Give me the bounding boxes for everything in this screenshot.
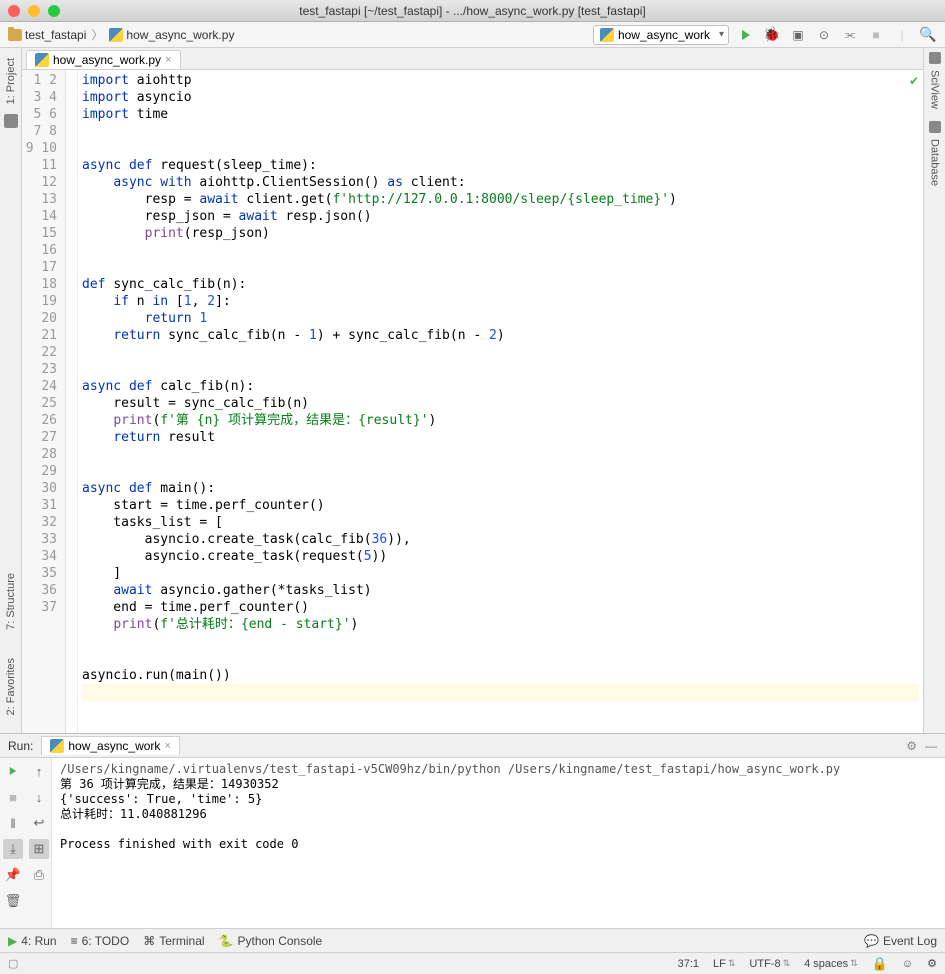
structure-tool-tab[interactable]: 7: Structure bbox=[3, 567, 19, 636]
fold-column[interactable] bbox=[66, 70, 78, 733]
editor-tab-label: how_async_work.py bbox=[53, 53, 161, 67]
inspector-icon[interactable]: ☺ bbox=[902, 958, 913, 970]
breadcrumb: test_fastapi 〉 how_async_work.py bbox=[8, 26, 234, 43]
python-console-tool-tab[interactable]: 🐍 Python Console bbox=[219, 934, 323, 948]
python-file-icon bbox=[109, 28, 123, 42]
play-icon bbox=[742, 30, 750, 40]
database-tool-tab[interactable]: Database bbox=[927, 133, 943, 192]
vertical-divider: | bbox=[893, 26, 911, 44]
status-bar: ▢ 37:1 LF UTF-8 4 spaces 🔒 ☺ ⚙ bbox=[0, 952, 945, 974]
print-button[interactable]: ⎙ bbox=[29, 865, 49, 885]
favorites-tool-tab[interactable]: 2: Favorites bbox=[3, 652, 19, 721]
run-toolbar: ↑ ■ ↓ ‖ ↩ ⤓ ⊞ 📌 ⎙ 🗑 bbox=[0, 758, 52, 928]
rerun-button[interactable] bbox=[3, 761, 23, 781]
window-icon[interactable]: ▢ bbox=[8, 957, 18, 970]
code-editor[interactable]: import aiohttp import asyncio import tim… bbox=[78, 70, 923, 733]
window-title: test_fastapi [~/test_fastapi] - .../how_… bbox=[0, 4, 945, 18]
play-icon bbox=[10, 767, 16, 775]
speech-bubble-icon: 💬 bbox=[864, 934, 879, 948]
titlebar: test_fastapi [~/test_fastapi] - .../how_… bbox=[0, 0, 945, 22]
pin-button[interactable]: 📌 bbox=[3, 865, 23, 885]
editor-tab[interactable]: how_async_work.py × bbox=[26, 50, 181, 69]
scroll-to-end-button[interactable]: ⤓ bbox=[3, 839, 23, 859]
sciview-tool-tab[interactable]: SciView bbox=[927, 64, 943, 115]
main-area: 1: Project 7: Structure 2: Favorites how… bbox=[0, 48, 945, 733]
soft-wrap-button[interactable]: ↩ bbox=[29, 813, 49, 833]
minimize-window-button[interactable] bbox=[28, 5, 40, 17]
zoom-window-button[interactable] bbox=[48, 5, 60, 17]
run-tab-label: how_async_work bbox=[68, 739, 160, 753]
tool-icon[interactable] bbox=[4, 114, 18, 128]
attach-button[interactable]: ⫘ bbox=[841, 26, 859, 44]
run-button[interactable] bbox=[737, 26, 755, 44]
breadcrumb-label: test_fastapi bbox=[25, 28, 86, 42]
line-separator[interactable]: LF bbox=[713, 958, 735, 970]
run-config-label: how_async_work bbox=[618, 28, 710, 42]
up-button[interactable]: ↑ bbox=[29, 761, 49, 781]
play-icon: ▶ bbox=[8, 934, 17, 948]
search-everywhere-button[interactable]: 🔍 bbox=[919, 26, 937, 44]
debug-button[interactable]: 🐞 bbox=[763, 26, 781, 44]
run-header-title: Run: bbox=[8, 739, 33, 753]
delete-button[interactable] bbox=[29, 891, 49, 911]
run-header: Run: how_async_work × ⚙ — bbox=[0, 734, 945, 758]
bottom-tool-bar: ▶ 4: Run ≡ 6: TODO ⌘ Terminal 🐍 Python C… bbox=[0, 928, 945, 952]
line-number-gutter[interactable]: 1 2 3 4 5 6 7 8 9 10 11 12 13 14 15 16 1… bbox=[22, 70, 66, 733]
run-configuration-selector[interactable]: how_async_work bbox=[593, 25, 729, 45]
minimize-panel-icon[interactable]: — bbox=[925, 739, 937, 753]
run-tool-tab[interactable]: ▶ 4: Run bbox=[8, 934, 57, 948]
gear-icon[interactable]: ⚙ bbox=[906, 739, 917, 753]
left-tool-rail: 1: Project 7: Structure 2: Favorites bbox=[0, 48, 22, 733]
cursor-position[interactable]: 37:1 bbox=[678, 958, 699, 970]
trash-button[interactable]: 🗑 bbox=[3, 891, 23, 911]
event-log-button[interactable]: 💬 Event Log bbox=[864, 934, 937, 948]
project-tool-tab[interactable]: 1: Project bbox=[3, 52, 19, 110]
python-file-icon bbox=[50, 739, 64, 753]
close-tab-icon[interactable]: × bbox=[164, 740, 170, 752]
breadcrumb-item[interactable]: test_fastapi 〉 bbox=[8, 26, 105, 43]
folder-icon bbox=[8, 29, 22, 41]
down-button[interactable]: ↓ bbox=[29, 787, 49, 807]
right-tool-rail: SciView Database bbox=[923, 48, 945, 733]
tool-icon[interactable] bbox=[929, 52, 941, 64]
editor-column: how_async_work.py × 1 2 3 4 5 6 7 8 9 10… bbox=[22, 48, 923, 733]
python-icon: 🐍 bbox=[219, 934, 234, 948]
stop-button[interactable]: ■ bbox=[867, 26, 885, 44]
editor-tabs: how_async_work.py × bbox=[22, 48, 923, 70]
terminal-tool-tab[interactable]: ⌘ Terminal bbox=[143, 934, 204, 948]
encoding[interactable]: UTF-8 bbox=[749, 958, 790, 970]
navigation-bar: test_fastapi 〉 how_async_work.py how_asy… bbox=[0, 22, 945, 48]
run-with-coverage-button[interactable]: ▣ bbox=[789, 26, 807, 44]
python-file-icon bbox=[600, 28, 614, 42]
layout-button[interactable]: ⊞ bbox=[29, 839, 49, 859]
indent[interactable]: 4 spaces bbox=[804, 958, 858, 970]
breadcrumb-item[interactable]: how_async_work.py bbox=[109, 28, 234, 42]
stop-button[interactable]: ■ bbox=[3, 787, 23, 807]
settings-icon[interactable]: ⚙ bbox=[927, 957, 937, 970]
close-tab-icon[interactable]: × bbox=[165, 54, 171, 66]
window-controls bbox=[8, 5, 60, 17]
terminal-icon: ⌘ bbox=[143, 934, 155, 948]
list-icon: ≡ bbox=[71, 934, 78, 948]
breadcrumb-label: how_async_work.py bbox=[126, 28, 234, 42]
editor-body: 1 2 3 4 5 6 7 8 9 10 11 12 13 14 15 16 1… bbox=[22, 70, 923, 733]
profile-button[interactable]: ⊙ bbox=[815, 26, 833, 44]
inspection-ok-icon[interactable]: ✔ bbox=[909, 74, 919, 88]
run-body: ↑ ■ ↓ ‖ ↩ ⤓ ⊞ 📌 ⎙ 🗑 /Users/kingname/.vir… bbox=[0, 758, 945, 928]
run-tab[interactable]: how_async_work × bbox=[41, 736, 179, 755]
close-window-button[interactable] bbox=[8, 5, 20, 17]
toolbar-right: how_async_work 🐞 ▣ ⊙ ⫘ ■ | 🔍 bbox=[593, 25, 937, 45]
chevron-right-icon: 〉 bbox=[91, 26, 103, 43]
python-file-icon bbox=[35, 53, 49, 67]
run-tool-window: Run: how_async_work × ⚙ — ↑ ■ ↓ ‖ ↩ ⤓ ⊞ … bbox=[0, 733, 945, 928]
console-output[interactable]: /Users/kingname/.virtualenvs/test_fastap… bbox=[52, 758, 945, 928]
lock-icon[interactable]: 🔒 bbox=[872, 956, 888, 972]
todo-tool-tab[interactable]: ≡ 6: TODO bbox=[71, 934, 130, 948]
database-icon[interactable] bbox=[929, 121, 941, 133]
pause-button[interactable]: ‖ bbox=[3, 813, 23, 833]
